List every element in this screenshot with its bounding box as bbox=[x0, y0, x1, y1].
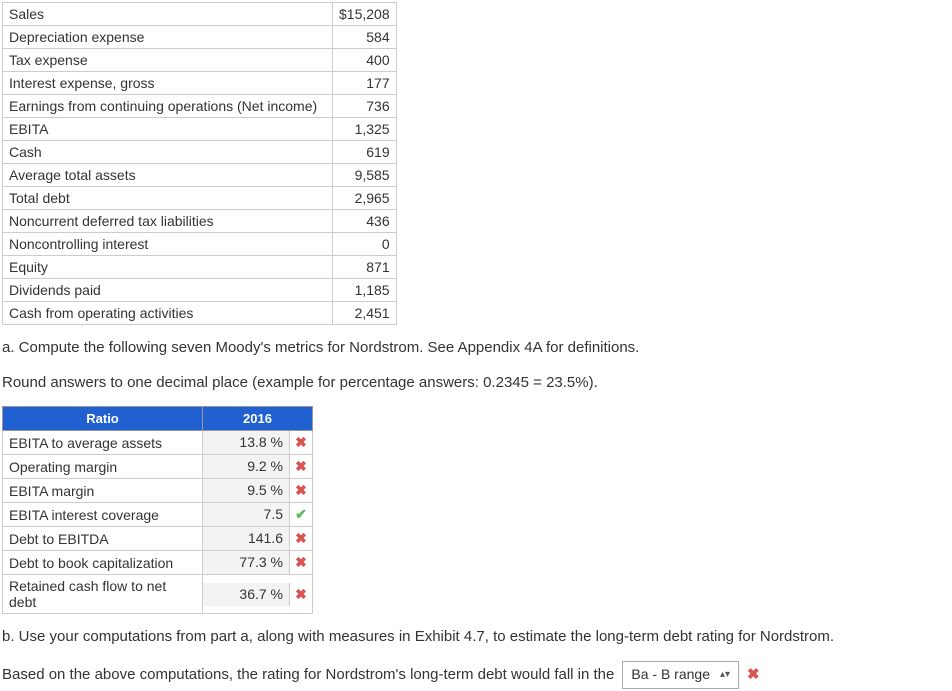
final-prefix: Based on the above computations, the rat… bbox=[2, 661, 614, 688]
financial-value: 2,965 bbox=[333, 187, 397, 210]
ratio-value-cell[interactable]: 7.5 ✔ bbox=[203, 503, 313, 527]
ratio-label: Debt to book capitalization bbox=[3, 551, 203, 575]
ratio-value-cell[interactable]: 77.3 % ✖ bbox=[203, 551, 313, 575]
table-row: EBITA interest coverage7.5 ✔ bbox=[3, 503, 313, 527]
table-row: EBITA1,325 bbox=[3, 118, 397, 141]
ratio-header-year: 2016 bbox=[203, 407, 313, 431]
table-row: Retained cash flow to net debt36.7 % ✖ bbox=[3, 575, 313, 614]
financial-label: Cash bbox=[3, 141, 333, 164]
table-row: EBITA to average assets13.8 % ✖ bbox=[3, 431, 313, 455]
table-row: Debt to EBITDA141.6 ✖ bbox=[3, 527, 313, 551]
x-icon: ✖ bbox=[295, 458, 307, 474]
financial-value: 2,451 bbox=[333, 302, 397, 325]
table-row: Tax expense400 bbox=[3, 49, 397, 72]
table-row: Depreciation expense584 bbox=[3, 26, 397, 49]
instruction-b: b. Use your computations from part a, al… bbox=[2, 626, 950, 649]
financial-value: 0 bbox=[333, 233, 397, 256]
financial-value: 436 bbox=[333, 210, 397, 233]
table-row: Interest expense, gross177 bbox=[3, 72, 397, 95]
rating-dropdown-value: Ba - B range bbox=[631, 662, 710, 687]
x-icon: ✖ bbox=[295, 434, 307, 450]
financial-value: 736 bbox=[333, 95, 397, 118]
ratio-value-cell[interactable]: 141.6 ✖ bbox=[203, 527, 313, 551]
ratio-label: Operating margin bbox=[3, 455, 203, 479]
financial-label: Depreciation expense bbox=[3, 26, 333, 49]
ratio-value-cell[interactable]: 9.2 % ✖ bbox=[203, 455, 313, 479]
table-row: Equity871 bbox=[3, 256, 397, 279]
financial-value: 1,185 bbox=[333, 279, 397, 302]
financial-value: 619 bbox=[333, 141, 397, 164]
ratio-header-ratio: Ratio bbox=[3, 407, 203, 431]
table-row: Noncontrolling interest0 bbox=[3, 233, 397, 256]
ratio-label: EBITA interest coverage bbox=[3, 503, 203, 527]
ratio-value-cell[interactable]: 9.5 % ✖ bbox=[203, 479, 313, 503]
financial-label: Noncurrent deferred tax liabilities bbox=[3, 210, 333, 233]
ratio-label: EBITA margin bbox=[3, 479, 203, 503]
financial-label: EBITA bbox=[3, 118, 333, 141]
table-row: Dividends paid1,185 bbox=[3, 279, 397, 302]
financial-label: Interest expense, gross bbox=[3, 72, 333, 95]
x-icon: ✖ bbox=[295, 530, 307, 546]
ratio-label: EBITA to average assets bbox=[3, 431, 203, 455]
chevron-updown-icon: ▴▾ bbox=[720, 666, 730, 684]
financial-label: Average total assets bbox=[3, 164, 333, 187]
ratio-value: 36.7 % bbox=[203, 583, 290, 606]
ratio-value: 9.5 % bbox=[203, 479, 290, 502]
table-row: Debt to book capitalization77.3 % ✖ bbox=[3, 551, 313, 575]
ratio-value-cell[interactable]: 13.8 % ✖ bbox=[203, 431, 313, 455]
financial-value: 9,585 bbox=[333, 164, 397, 187]
financial-label: Cash from operating activities bbox=[3, 302, 333, 325]
instruction-a: a. Compute the following seven Moody's m… bbox=[2, 337, 950, 360]
x-icon: ✖ bbox=[295, 554, 307, 570]
ratio-value-cell[interactable]: 36.7 % ✖ bbox=[203, 575, 313, 614]
table-row: Earnings from continuing operations (Net… bbox=[3, 95, 397, 118]
table-row: Sales$15,208 bbox=[3, 3, 397, 26]
x-icon: ✖ bbox=[747, 661, 760, 688]
table-row: Total debt2,965 bbox=[3, 187, 397, 210]
ratio-value: 13.8 % bbox=[203, 431, 290, 454]
financial-value: 871 bbox=[333, 256, 397, 279]
final-answer-row: Based on the above computations, the rat… bbox=[2, 661, 950, 689]
rating-dropdown[interactable]: Ba - B range ▴▾ bbox=[622, 661, 739, 689]
financial-value: 1,325 bbox=[333, 118, 397, 141]
table-row: Operating margin9.2 % ✖ bbox=[3, 455, 313, 479]
ratio-label: Debt to EBITDA bbox=[3, 527, 203, 551]
ratio-table: Ratio 2016 EBITA to average assets13.8 %… bbox=[2, 406, 313, 614]
financial-label: Tax expense bbox=[3, 49, 333, 72]
financial-label: Earnings from continuing operations (Net… bbox=[3, 95, 333, 118]
ratio-value: 77.3 % bbox=[203, 551, 290, 574]
ratio-label: Retained cash flow to net debt bbox=[3, 575, 203, 614]
financial-value: 584 bbox=[333, 26, 397, 49]
financial-label: Dividends paid bbox=[3, 279, 333, 302]
check-icon: ✔ bbox=[295, 506, 307, 522]
table-row: EBITA margin9.5 % ✖ bbox=[3, 479, 313, 503]
ratio-value: 141.6 bbox=[203, 527, 290, 550]
ratio-value: 9.2 % bbox=[203, 455, 290, 478]
ratio-value: 7.5 bbox=[203, 503, 290, 526]
financial-label: Total debt bbox=[3, 187, 333, 210]
table-row: Cash from operating activities2,451 bbox=[3, 302, 397, 325]
financials-table: Sales$15,208Depreciation expense584Tax e… bbox=[2, 2, 397, 325]
financial-label: Equity bbox=[3, 256, 333, 279]
financial-value: $15,208 bbox=[333, 3, 397, 26]
x-icon: ✖ bbox=[295, 586, 307, 602]
financial-value: 400 bbox=[333, 49, 397, 72]
table-row: Average total assets9,585 bbox=[3, 164, 397, 187]
table-row: Cash619 bbox=[3, 141, 397, 164]
financial-label: Noncontrolling interest bbox=[3, 233, 333, 256]
instruction-round: Round answers to one decimal place (exam… bbox=[2, 372, 950, 395]
financial-value: 177 bbox=[333, 72, 397, 95]
table-row: Noncurrent deferred tax liabilities436 bbox=[3, 210, 397, 233]
financial-label: Sales bbox=[3, 3, 333, 26]
x-icon: ✖ bbox=[295, 482, 307, 498]
